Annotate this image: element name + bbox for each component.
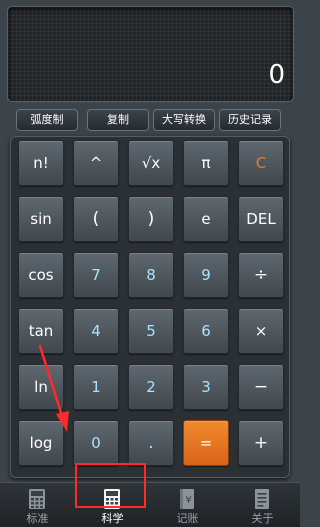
- close-paren-key[interactable]: ): [128, 196, 174, 242]
- e-key[interactable]: e: [183, 196, 229, 242]
- function-button-row: 弧度制 复制 大写转换 历史记录: [0, 109, 300, 131]
- tab-standard[interactable]: 标准: [0, 483, 75, 527]
- plus-key[interactable]: +: [238, 420, 284, 466]
- sin-key[interactable]: sin: [18, 196, 64, 242]
- decimal-point-key[interactable]: .: [128, 420, 174, 466]
- delete-key[interactable]: DEL: [238, 196, 284, 242]
- multiply-key[interactable]: ×: [238, 308, 284, 354]
- cos-key[interactable]: cos: [18, 252, 64, 298]
- sqrt-key[interactable]: √x: [128, 140, 174, 186]
- ln-key[interactable]: ln: [18, 364, 64, 410]
- digit-3-key[interactable]: 3: [183, 364, 229, 410]
- digit-2-key[interactable]: 2: [128, 364, 174, 410]
- uppercase-convert-button[interactable]: 大写转换: [153, 109, 215, 131]
- clear-key[interactable]: C: [238, 140, 284, 186]
- digit-7-key[interactable]: 7: [73, 252, 119, 298]
- keypad: n! ^ √x π C sin ( ) e DEL cos 7 8 9 ÷ ta…: [10, 136, 290, 478]
- scientific-calculator-icon: [104, 489, 120, 509]
- svg-text:¥: ¥: [185, 495, 191, 506]
- digit-8-key[interactable]: 8: [128, 252, 174, 298]
- copy-button[interactable]: 复制: [87, 109, 149, 131]
- digit-1-key[interactable]: 1: [73, 364, 119, 410]
- factorial-key[interactable]: n!: [18, 140, 64, 186]
- info-document-icon: [255, 489, 269, 509]
- pi-key[interactable]: π: [183, 140, 229, 186]
- log-key[interactable]: log: [18, 420, 64, 466]
- tab-scientific[interactable]: 科学: [75, 483, 150, 527]
- display-screen: 0: [7, 6, 294, 102]
- tab-ledger-label: 记账: [176, 512, 199, 525]
- tab-scientific-label: 科学: [101, 512, 124, 525]
- radian-mode-button[interactable]: 弧度制: [16, 109, 78, 131]
- divide-key[interactable]: ÷: [238, 252, 284, 298]
- open-paren-key[interactable]: (: [73, 196, 119, 242]
- tan-key[interactable]: tan: [18, 308, 64, 354]
- bottom-tab-bar: 标准 科学 ¥ 记账 关于: [0, 482, 300, 527]
- tab-standard-label: 标准: [26, 512, 49, 525]
- display-value: 0: [268, 60, 285, 90]
- history-button[interactable]: 历史记录: [219, 109, 281, 131]
- equals-key[interactable]: =: [183, 420, 229, 466]
- digit-6-key[interactable]: 6: [183, 308, 229, 354]
- digit-5-key[interactable]: 5: [128, 308, 174, 354]
- calculator-icon: [29, 489, 45, 509]
- digit-9-key[interactable]: 9: [183, 252, 229, 298]
- tab-about[interactable]: 关于: [225, 483, 300, 527]
- minus-key[interactable]: −: [238, 364, 284, 410]
- tab-about-label: 关于: [251, 512, 274, 525]
- digit-0-key[interactable]: 0: [73, 420, 119, 466]
- ledger-icon: ¥: [180, 489, 194, 509]
- power-key[interactable]: ^: [73, 140, 119, 186]
- tab-ledger[interactable]: ¥ 记账: [150, 483, 225, 527]
- digit-4-key[interactable]: 4: [73, 308, 119, 354]
